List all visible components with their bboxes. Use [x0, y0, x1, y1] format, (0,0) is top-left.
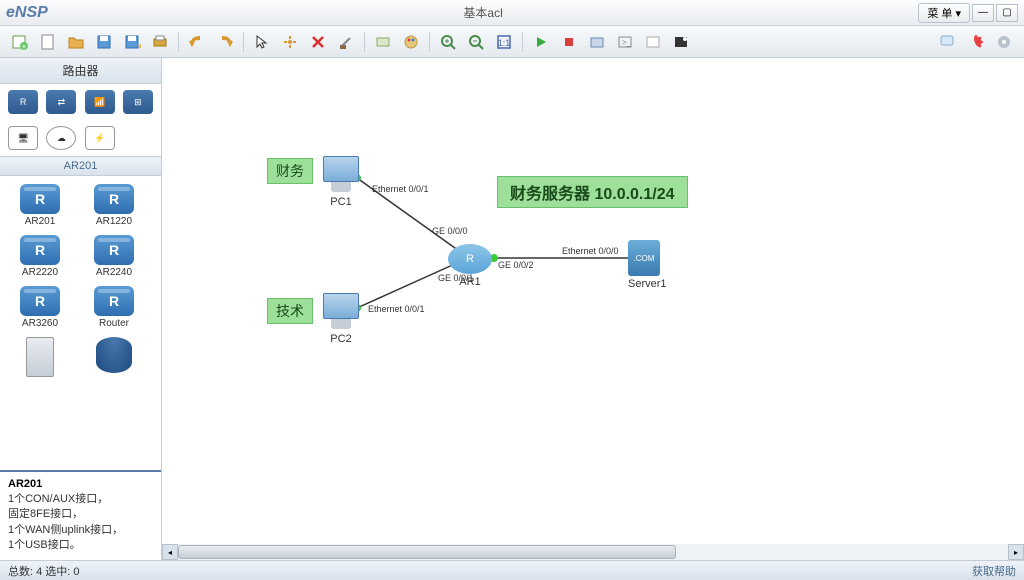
device-list[interactable]: RAR201 RAR1220 RAR2220 RAR2240 RAR3260 R…	[0, 176, 161, 470]
node-server1[interactable]: .COM Server1	[628, 240, 667, 290]
undo-icon[interactable]	[185, 30, 209, 54]
if-label: GE 0/0/1	[438, 273, 474, 283]
start-icon[interactable]	[529, 30, 553, 54]
pc2-tag: 技术	[267, 298, 313, 324]
device-switch[interactable]	[12, 337, 68, 379]
device-ar3260[interactable]: RAR3260	[12, 286, 68, 329]
pan-icon[interactable]	[278, 30, 302, 54]
open-icon[interactable]	[64, 30, 88, 54]
if-label: Ethernet 0/0/0	[562, 246, 619, 256]
if-label: Ethernet 0/0/1	[372, 184, 429, 194]
if-label: Ethernet 0/0/1	[368, 304, 425, 314]
chat-icon[interactable]	[936, 30, 960, 54]
scroll-thumb[interactable]	[178, 545, 676, 559]
device-ar1220[interactable]: RAR1220	[86, 184, 142, 227]
svg-text:★: ★	[137, 42, 141, 51]
selected-device-header: AR201	[0, 156, 161, 176]
pc-icon	[320, 156, 362, 194]
palette-icon[interactable]	[399, 30, 423, 54]
router-category-icon[interactable]: R	[8, 90, 38, 114]
device-ar201[interactable]: RAR201	[12, 184, 68, 227]
status-count: 总数: 4 选中: 0	[8, 563, 80, 579]
pc1-tag: 财务	[267, 158, 313, 184]
document-title: 基本acl	[48, 4, 919, 21]
capture-icon[interactable]	[585, 30, 609, 54]
zoom-fit-icon[interactable]: 1:1	[492, 30, 516, 54]
svg-text:>_: >_	[622, 38, 632, 47]
cloud-category-icon[interactable]: ☁	[46, 126, 76, 150]
delete-icon[interactable]	[306, 30, 330, 54]
scroll-right-icon[interactable]: ▸	[1008, 544, 1024, 560]
help-link[interactable]: 获取帮助	[972, 563, 1016, 579]
screenshot-icon[interactable]	[669, 30, 693, 54]
server-icon: .COM	[628, 240, 660, 276]
device-ar2240[interactable]: RAR2240	[86, 235, 142, 278]
category-icons-row: R ⇄ 📶 ⊞	[0, 84, 161, 120]
new-topo-icon[interactable]: +	[8, 30, 32, 54]
redo-icon[interactable]	[213, 30, 237, 54]
zoom-in-icon[interactable]	[436, 30, 460, 54]
horizontal-scrollbar[interactable]: ◂ ▸	[162, 544, 1024, 560]
server-tag: 财务服务器 10.0.0.1/24	[497, 176, 688, 208]
router-icon: R	[448, 244, 492, 274]
zoom-out-icon[interactable]	[464, 30, 488, 54]
svg-text:1:1: 1:1	[498, 38, 511, 48]
print-icon[interactable]	[148, 30, 172, 54]
text-icon[interactable]	[371, 30, 395, 54]
stop-icon[interactable]	[557, 30, 581, 54]
device-palette-sidebar: 路由器 R ⇄ 📶 ⊞ 🖥 ☁ ⚡ AR201 RAR201 RAR1220 R…	[0, 58, 162, 560]
firewall-category-icon[interactable]: ⊞	[123, 90, 153, 114]
pc-icon	[320, 293, 362, 331]
minimize-button[interactable]: —	[972, 4, 994, 22]
device-info-panel: AR201 1个CON/AUX接口， 固定8FE接口， 1个WAN侧uplink…	[0, 470, 161, 560]
new-icon[interactable]	[36, 30, 60, 54]
status-bar: 总数: 4 选中: 0 获取帮助	[0, 560, 1024, 580]
wlan-category-icon[interactable]: 📶	[85, 90, 115, 114]
connection-category-icon[interactable]: ⚡	[85, 126, 115, 150]
if-label: GE 0/0/0	[432, 226, 468, 236]
menu-button[interactable]: 菜 单 ▾	[918, 3, 970, 23]
save-icon[interactable]	[92, 30, 116, 54]
palette-category-header: 路由器	[0, 58, 161, 84]
title-bar: eNSP 基本acl 菜 单 ▾ — ▢	[0, 0, 1024, 26]
maximize-button[interactable]: ▢	[996, 4, 1018, 22]
scroll-left-icon[interactable]: ◂	[162, 544, 178, 560]
save-as-icon[interactable]: ★	[120, 30, 144, 54]
main-toolbar: + ★ 1:1 >_	[0, 26, 1024, 58]
pc-category-icon[interactable]: 🖥	[8, 126, 38, 150]
device-ar2220[interactable]: RAR2220	[12, 235, 68, 278]
cli-icon[interactable]: >_	[613, 30, 637, 54]
info-title: AR201	[8, 478, 153, 490]
category-icons-row-2: 🖥 ☁ ⚡	[0, 120, 161, 156]
broom-icon[interactable]	[334, 30, 358, 54]
node-pc1[interactable]: PC1	[320, 156, 362, 208]
if-label: GE 0/0/2	[498, 260, 534, 270]
app-logo: eNSP	[6, 4, 48, 22]
device-router[interactable]: RRouter	[86, 286, 142, 329]
device-cylinder[interactable]	[86, 337, 142, 379]
node-pc2[interactable]: PC2	[320, 293, 362, 345]
svg-text:+: +	[22, 42, 27, 51]
pointer-icon[interactable]	[250, 30, 274, 54]
huawei-icon[interactable]	[964, 30, 988, 54]
settings-icon[interactable]	[992, 30, 1016, 54]
blank-icon[interactable]	[641, 30, 665, 54]
switch-category-icon[interactable]: ⇄	[46, 90, 76, 114]
topology-canvas[interactable]: 财务 技术 财务服务器 10.0.0.1/24 PC1 PC2 R AR1 .C…	[162, 58, 1024, 560]
